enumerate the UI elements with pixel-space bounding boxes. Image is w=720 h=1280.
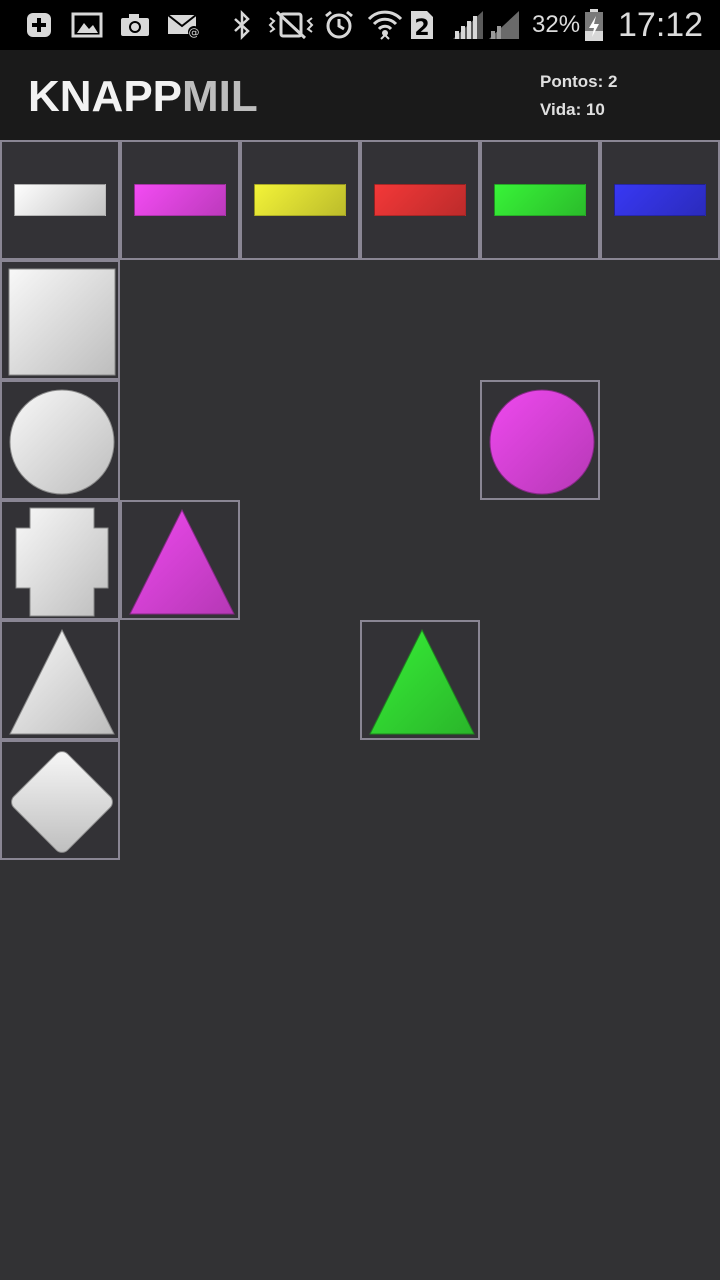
signal-icon: [486, 8, 522, 42]
svg-text:2: 2: [414, 16, 429, 41]
wifi-icon: [366, 8, 404, 42]
color-option-blue[interactable]: [600, 140, 720, 260]
alarm-icon: [322, 8, 356, 42]
shape-option-cross[interactable]: [0, 500, 120, 620]
signal-icon: [450, 8, 486, 42]
circle-icon: [9, 389, 115, 495]
color-option-white[interactable]: [0, 140, 120, 260]
shape-option-circle[interactable]: [0, 380, 120, 500]
color-option-green[interactable]: [480, 140, 600, 260]
game-stats: Pontos: 2 Vida: 10: [540, 68, 617, 124]
shape-option-square[interactable]: [0, 260, 120, 380]
board-piece-green-triangle[interactable]: [360, 620, 480, 740]
blue-swatch: [614, 184, 706, 216]
vibrate-icon: [266, 8, 316, 42]
app-bar: KNAPPMIL Pontos: 2 Vida: 10: [0, 50, 720, 140]
email-icon: @: [165, 8, 203, 42]
image-icon: [70, 8, 104, 42]
white-swatch: [14, 184, 106, 216]
triangle-icon: [9, 628, 115, 735]
triangle-icon: [369, 628, 475, 735]
camera-icon: [118, 8, 152, 42]
battery-charging-icon: [582, 8, 606, 42]
triangle-icon: [129, 508, 235, 615]
clock: 17:12: [618, 6, 704, 44]
add-icon: [24, 8, 54, 42]
diamond-icon: [11, 751, 113, 853]
color-option-magenta[interactable]: [120, 140, 240, 260]
circle-icon: [489, 389, 595, 495]
app-title: KNAPPMIL: [28, 72, 258, 121]
cross-icon: [15, 507, 109, 617]
life-label: Vida: 10: [540, 100, 605, 119]
magenta-swatch: [134, 184, 226, 216]
color-option-yellow[interactable]: [240, 140, 360, 260]
green-swatch: [494, 184, 586, 216]
status-bar: @ 2 32% 17:12: [0, 0, 720, 50]
square-icon: [8, 268, 116, 376]
red-swatch: [374, 184, 466, 216]
shape-option-triangle[interactable]: [0, 620, 120, 740]
svg-text:@: @: [189, 26, 200, 39]
sim-2-icon: 2: [408, 8, 436, 42]
battery-percent: 32%: [532, 11, 581, 38]
shape-option-diamond[interactable]: [0, 740, 120, 860]
yellow-swatch: [254, 184, 346, 216]
color-option-red[interactable]: [360, 140, 480, 260]
score-label: Pontos: 2: [540, 72, 618, 91]
bluetooth-icon: [228, 8, 256, 42]
board-piece-magenta-triangle[interactable]: [120, 500, 240, 620]
board-piece-magenta-circle[interactable]: [480, 380, 600, 500]
